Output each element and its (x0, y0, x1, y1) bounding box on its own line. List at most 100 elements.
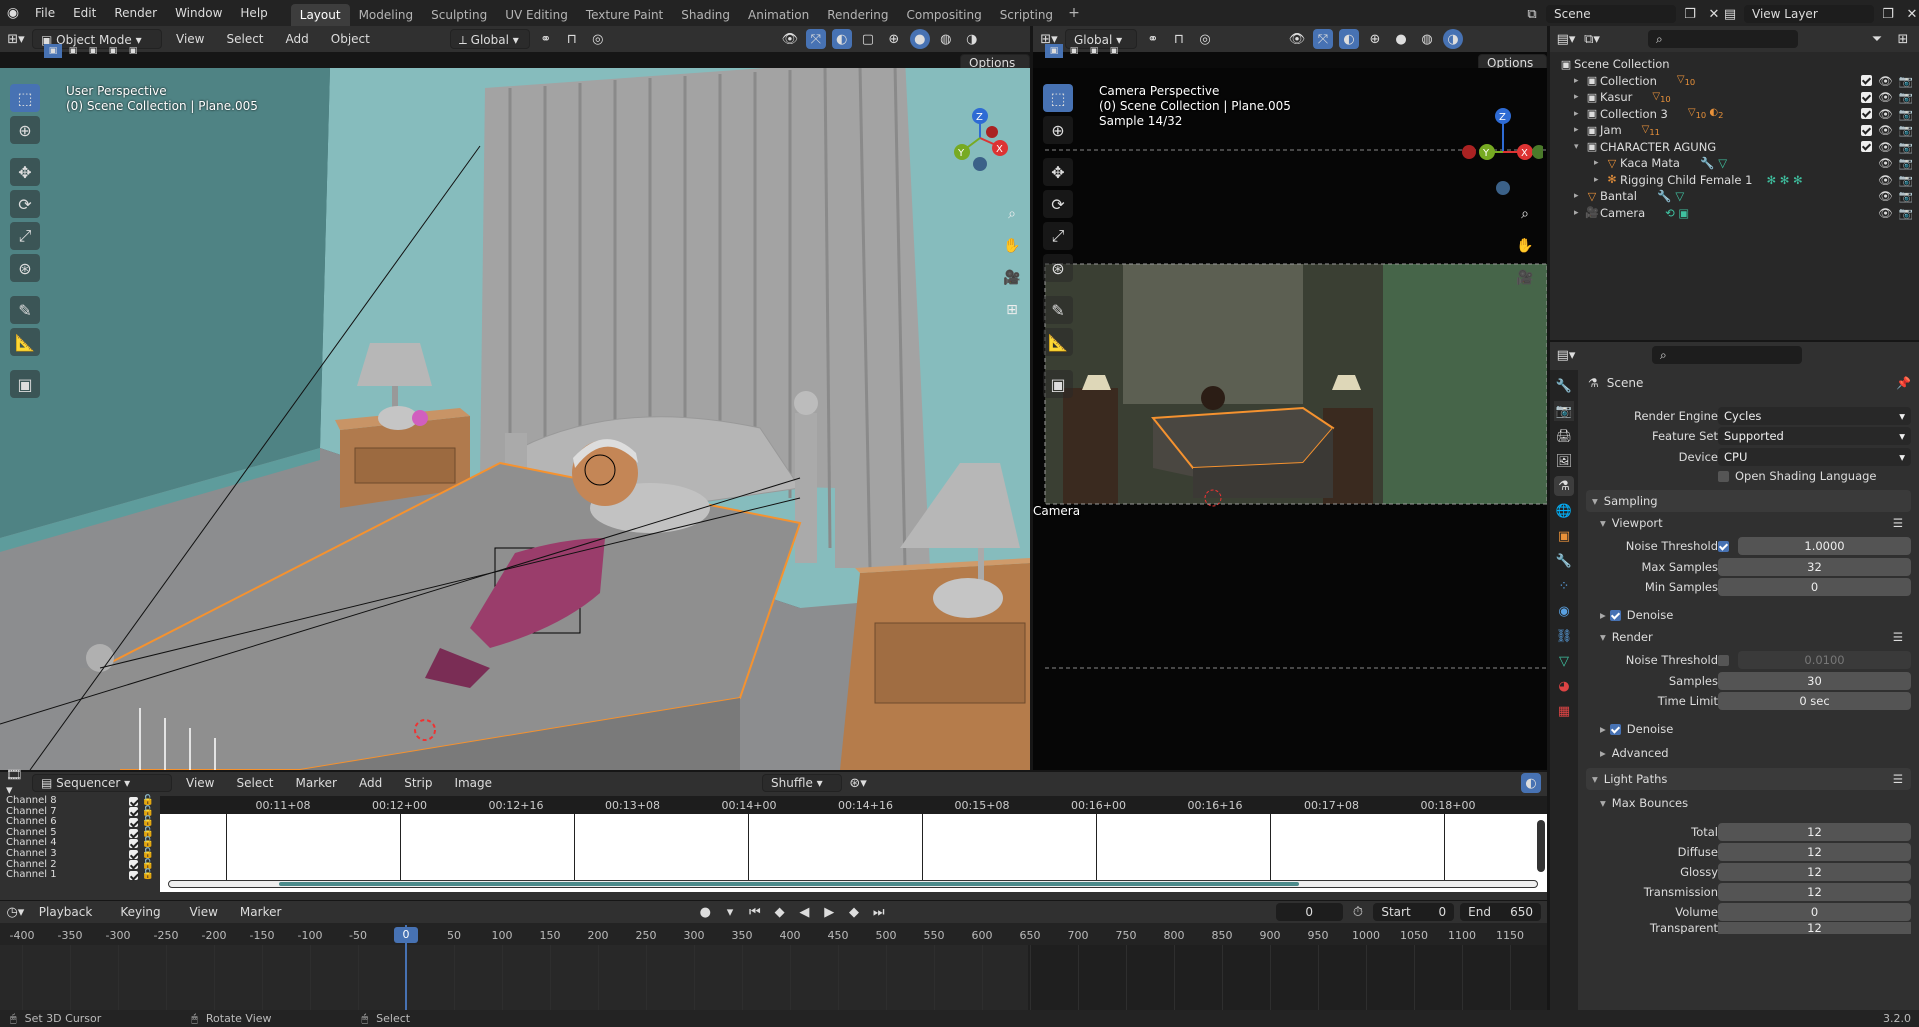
snap-icon[interactable]: ⊓ (562, 29, 582, 49)
prev-keyframe-icon[interactable]: ◆ (770, 902, 789, 922)
pin-icon[interactable]: 📌 (1896, 376, 1911, 390)
mute-checkbox[interactable] (128, 807, 138, 817)
mute-checkbox[interactable] (128, 870, 138, 880)
ortho-grid-icon[interactable]: ⊞ (1000, 298, 1024, 322)
solid-shading-icon[interactable]: ● (909, 29, 930, 49)
timeline-ruler[interactable]: -400 -350 -300 -250 -200 -150 -100 -50 0 50 100 150… (0, 925, 1547, 945)
select-extend-icon[interactable]: ▣ (64, 44, 82, 58)
pan-icon-right[interactable]: ✋ (1513, 234, 1537, 258)
vp-denoise-checkbox[interactable] (1609, 609, 1621, 621)
orientation-dropdown[interactable]: ⟂ Global ▾ (449, 29, 530, 49)
pivot-icon-right[interactable]: ⚭ (1143, 29, 1163, 49)
editor-type-icon[interactable]: ⊞▾ (6, 29, 26, 49)
feature-set-dropdown[interactable]: Supported ▾ (1718, 427, 1911, 445)
select-box-icon[interactable]: ⬚ (10, 84, 40, 112)
total-field[interactable]: 12 (1718, 823, 1911, 841)
seq-menu-view[interactable]: View (178, 773, 222, 793)
tab-compositing[interactable]: Compositing (897, 4, 990, 26)
xray-icon[interactable]: ▢ (858, 29, 878, 49)
vp-noise-field[interactable]: 1.0000 (1738, 537, 1911, 555)
vp-max-field[interactable]: 32 (1718, 558, 1911, 576)
r-samples-field[interactable]: 30 (1718, 672, 1911, 690)
select-invert-icon-right[interactable]: ▣ (1105, 44, 1123, 58)
object-tab-icon[interactable]: ▣ (1554, 526, 1574, 546)
presets-icon[interactable]: ☰ (1893, 772, 1903, 786)
transform-icon-right[interactable]: ⊛ (1043, 254, 1073, 282)
sequencer-strip-area[interactable] (160, 814, 1547, 892)
sampling-panel-header[interactable]: ▾ Sampling (1586, 490, 1911, 512)
select-extend-icon-right[interactable]: ▣ (1065, 44, 1083, 58)
auto-key-icon[interactable]: ▾ (721, 902, 740, 922)
outliner-editor-icon[interactable]: ▤▾ (1556, 29, 1576, 49)
eye-icon[interactable]: 👁 (1878, 173, 1893, 187)
scale-icon[interactable]: ⤢ (10, 222, 40, 250)
mute-checkbox[interactable] (128, 839, 138, 849)
tab-texture-paint[interactable]: Texture Paint (577, 4, 672, 26)
snap-icon-right[interactable]: ⊓ (1169, 29, 1189, 49)
eye-icon[interactable]: 👁 (1878, 107, 1893, 121)
outliner-item[interactable]: ▸ ▣ Collection ▽10 👁 📷 (1558, 73, 1919, 90)
measure-icon-right[interactable]: 📐 (1043, 328, 1073, 356)
light-paths-panel-header[interactable]: ▾ Light Paths ☰ (1586, 768, 1911, 790)
transparent-field[interactable]: 12 (1718, 922, 1911, 934)
exclude-checkbox[interactable] (1861, 141, 1873, 153)
outliner-item[interactable]: ▸ ▽ Bantal 🔧 ▽ 👁 📷 (1558, 188, 1919, 205)
max-bounces-header[interactable]: ▾ Max Bounces (1586, 792, 1911, 814)
viewport-subpanel-header[interactable]: ▾ Viewport ☰ (1586, 512, 1911, 534)
zoom-icon-right[interactable]: ⌕ (1513, 202, 1537, 226)
scene-tab-icon[interactable]: ⚗ (1554, 476, 1574, 496)
eye-icon[interactable]: 👁 (1878, 123, 1893, 137)
world-tab-icon[interactable]: 🌐 (1554, 501, 1574, 521)
overlay-toggle-icon[interactable]: ◐ (831, 29, 852, 49)
vp-denoise-header[interactable]: ▸ Denoise (1586, 604, 1911, 626)
properties-search-input[interactable]: ⌕ (1652, 346, 1802, 364)
tl-menu-view[interactable]: View (181, 902, 225, 922)
scene-name-field[interactable]: Scene (1546, 5, 1676, 23)
physics-tab-icon[interactable]: ◉ (1554, 601, 1574, 621)
outliner-item[interactable]: ▸ ▣ Collection 3 ▽10 ◐2 👁 📷 (1558, 106, 1919, 123)
outliner-item[interactable]: ▸ ▽ Kaca Mata 🔧 ▽ 👁 📷 (1558, 155, 1919, 172)
menu-help[interactable]: Help (231, 0, 276, 26)
presets-icon[interactable]: ☰ (1893, 630, 1903, 644)
tab-scripting[interactable]: Scripting (991, 4, 1062, 26)
transmission-field[interactable]: 12 (1718, 883, 1911, 901)
menu-select[interactable]: Select (218, 29, 271, 49)
texture-tab-icon[interactable]: ▦ (1554, 701, 1574, 721)
end-frame-field[interactable]: End 650 (1460, 903, 1541, 921)
camera-render-icon[interactable]: 📷 (1899, 140, 1913, 154)
snap-toggle-icon[interactable]: ⊛▾ (848, 773, 868, 793)
sequencer-type-dropdown[interactable]: ▤ Sequencer ▾ (32, 774, 172, 792)
visibility-icon[interactable]: 👁 (780, 29, 800, 49)
sequencer-time-ruler[interactable]: 00:11+08 00:12+00 00:12+16 00:13+08 00:14+00… (160, 796, 1547, 814)
seq-menu-marker[interactable]: Marker (288, 773, 345, 793)
material-tab-icon[interactable]: ◕ (1554, 676, 1574, 696)
modifier-tab-icon[interactable]: 🔧 (1554, 551, 1574, 571)
menu-window[interactable]: Window (166, 0, 231, 26)
mute-checkbox[interactable] (128, 817, 138, 827)
camera-view-icon-right[interactable]: 🎥 (1513, 266, 1537, 290)
wireframe-shading-icon-right[interactable]: ⊕ (1365, 29, 1385, 49)
exclude-checkbox[interactable] (1861, 75, 1873, 87)
horizontal-scrollbar[interactable] (168, 880, 1538, 888)
tab-uv-editing[interactable]: UV Editing (496, 4, 577, 26)
material-shading-icon[interactable]: ◍ (936, 29, 956, 49)
jump-start-icon[interactable]: ⏮ (745, 902, 764, 922)
tab-animation[interactable]: Animation (739, 4, 818, 26)
zoom-icon[interactable]: ⌕ (1000, 202, 1024, 226)
menu-file[interactable]: File (26, 0, 64, 26)
camera-render-icon[interactable]: 📷 (1899, 74, 1913, 88)
eye-icon[interactable]: 👁 (1878, 156, 1893, 170)
seq-menu-select[interactable]: Select (228, 773, 281, 793)
output-tab-icon[interactable]: 🖨 (1554, 426, 1574, 446)
outliner-root[interactable]: ▣ Scene Collection (1558, 56, 1919, 73)
tab-sculpting[interactable]: Sculpting (422, 4, 496, 26)
move-icon-right[interactable]: ✥ (1043, 158, 1073, 186)
add-cube-icon-right[interactable]: ▣ (1043, 370, 1073, 398)
tab-modeling[interactable]: Modeling (350, 4, 423, 26)
tl-menu-playback[interactable]: Playback ▾ (31, 902, 107, 939)
select-intersect-icon[interactable]: ▣ (124, 44, 142, 58)
add-cube-icon[interactable]: ▣ (10, 370, 40, 398)
cursor-icon-right[interactable]: ⊕ (1043, 116, 1073, 144)
camera-render-icon[interactable]: 📷 (1899, 189, 1913, 203)
pan-icon[interactable]: ✋ (1000, 234, 1024, 258)
